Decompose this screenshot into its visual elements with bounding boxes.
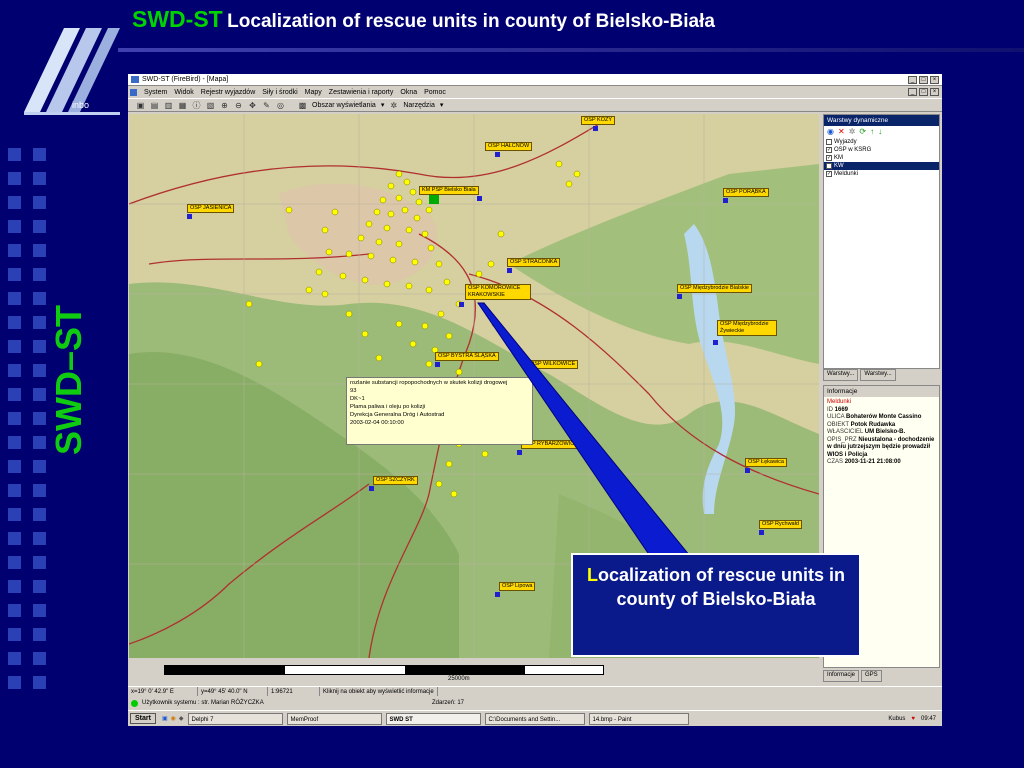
callout-box: Localization of rescue units in county o… <box>571 553 861 657</box>
callout-text: ocalization of rescue units in county of… <box>597 565 846 609</box>
callout-pointer <box>477 302 692 557</box>
callout-first-letter: L <box>586 565 598 585</box>
